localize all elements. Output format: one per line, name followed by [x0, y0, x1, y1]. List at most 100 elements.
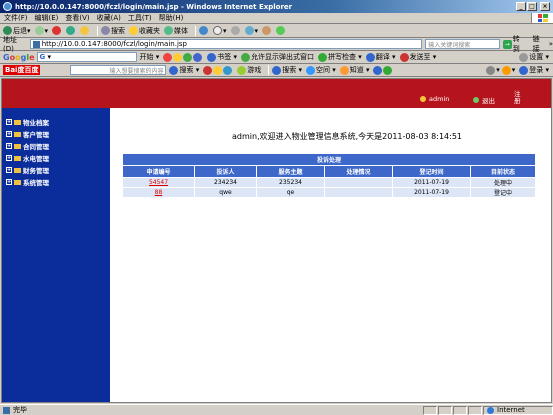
- media-icon: [164, 26, 174, 35]
- close-button[interactable]: ×: [540, 2, 550, 11]
- baidu-misc-buttons[interactable]: [203, 65, 233, 75]
- window-titlebar: http://10.0.0.147:8000/fczl/login/main.j…: [0, 0, 553, 13]
- column-header: 投诉人: [194, 165, 257, 178]
- discuss-button[interactable]: [262, 26, 272, 35]
- complaints-table: 投诉处理 申请编号 投诉人 服务主题 处理情况 登记时间 目前状态 54547 …: [122, 153, 536, 198]
- baidu-options-button[interactable]: ▾ ▾: [486, 65, 515, 75]
- google-popups-button[interactable]: 允许显示弹出式窗口: [241, 52, 314, 62]
- menu-help[interactable]: 帮助(H): [159, 13, 184, 23]
- search-icon: [101, 26, 111, 35]
- space-icon: [305, 65, 315, 75]
- standard-toolbar: 后退 ▾ ▾ 搜索 收藏夹 媒体 ▾ ▾: [0, 24, 553, 38]
- media-button[interactable]: 媒体: [164, 26, 188, 36]
- site-header: [2, 79, 551, 108]
- cell-date: 2011-07-19: [392, 187, 471, 198]
- keyword-search-input[interactable]: 输入关键词搜索: [425, 39, 500, 49]
- forward-button[interactable]: ▾: [34, 26, 48, 35]
- cell-date: 2011-07-19: [392, 177, 471, 188]
- sidebar-item-finance[interactable]: + 财务管理: [2, 164, 110, 176]
- page-done-icon: [3, 406, 10, 414]
- expand-icon: +: [6, 179, 12, 185]
- sidebar-item-customer[interactable]: + 客户管理: [2, 128, 110, 140]
- sidebar-item-property-archive[interactable]: + 物业档案: [2, 116, 110, 128]
- menu-view[interactable]: 查看(V): [65, 13, 89, 23]
- wrench-icon: [519, 52, 529, 62]
- edit-button[interactable]: ▾: [244, 26, 258, 35]
- folder-icon: [14, 131, 21, 137]
- google-search-input[interactable]: G ▾: [36, 52, 137, 62]
- menu-edit[interactable]: 编辑(E): [35, 13, 59, 23]
- google-sendto-button[interactable]: 发送至 ▾: [399, 52, 436, 62]
- refresh-button[interactable]: [66, 26, 76, 35]
- complaint-link[interactable]: 54547: [149, 179, 168, 186]
- home-button[interactable]: [80, 26, 90, 35]
- baidu-extra-icons[interactable]: [373, 65, 393, 75]
- column-header: 处理情况: [324, 165, 393, 178]
- google-icons[interactable]: [163, 52, 203, 62]
- back-button[interactable]: 后退 ▾: [3, 26, 31, 36]
- globe-icon: [487, 406, 494, 414]
- baidu-knowledge-button[interactable]: 知道 ▾: [339, 65, 369, 75]
- stop-button[interactable]: [52, 26, 62, 35]
- register-link[interactable]: 注册: [514, 91, 522, 105]
- column-header: 服务主题: [256, 165, 325, 178]
- menu-file[interactable]: 文件(F): [4, 13, 28, 23]
- logout-link[interactable]: 退出: [473, 95, 495, 105]
- send-icon: [399, 52, 409, 62]
- folder-icon: [14, 167, 21, 173]
- history-button[interactable]: [199, 26, 209, 35]
- google-translate-button[interactable]: 翻译 ▾: [365, 52, 396, 62]
- address-input[interactable]: http://10.0.0.147:8000/fczl/login/main.j…: [29, 39, 423, 49]
- folder-icon: [14, 119, 21, 125]
- print-button[interactable]: [230, 26, 241, 35]
- messenger-button[interactable]: [276, 26, 286, 35]
- google-spellcheck-button[interactable]: 拼写检查 ▾: [318, 52, 362, 62]
- menu-tools[interactable]: 工具(T): [128, 13, 152, 23]
- complaint-link[interactable]: 88: [155, 189, 163, 196]
- forward-arrow-icon: [34, 26, 44, 35]
- minimize-button[interactable]: _: [516, 2, 526, 11]
- google-maps-icon: [183, 52, 193, 62]
- search-button[interactable]: 搜索: [101, 26, 125, 36]
- folder-icon: [14, 143, 21, 149]
- google-start-button[interactable]: 开始 ▾: [140, 52, 160, 62]
- home-icon: [80, 26, 90, 35]
- mail-button[interactable]: ▾: [213, 26, 227, 35]
- cell-handling: [324, 177, 393, 188]
- sidebar-item-utilities[interactable]: + 水电管理: [2, 152, 110, 164]
- baidu-search-input[interactable]: 输入想要搜索的内容: [70, 65, 167, 75]
- favorites-button[interactable]: 收藏夹: [129, 26, 160, 36]
- games-icon: [237, 65, 247, 75]
- address-bar: 地址(D) http://10.0.0.147:8000/fczl/login/…: [0, 35, 553, 53]
- knowledge-icon: [339, 65, 349, 75]
- address-url: http://10.0.0.147:8000/fczl/login/main.j…: [41, 40, 187, 48]
- cell-id: 88: [122, 187, 195, 198]
- baidu-news-icon: [203, 65, 213, 75]
- baidu-toolbar: Bai度百度 输入想要搜索的内容 搜索 ▾ 游戏 搜索 ▾ 空间 ▾ 知道 ▾ …: [0, 64, 553, 77]
- menu-favorites[interactable]: 收藏(A): [97, 13, 121, 23]
- baidu-games-button[interactable]: 游戏: [237, 65, 261, 75]
- google-settings-button[interactable]: 设置 ▾: [519, 52, 549, 62]
- menu-bar: 文件(F) 编辑(E) 查看(V) 收藏(A) 工具(T) 帮助(H): [0, 13, 553, 24]
- baidu-login-button[interactable]: 登录 ▾: [519, 65, 549, 75]
- baidu-space-button[interactable]: 空间 ▾: [305, 65, 336, 75]
- maximize-button[interactable]: □: [527, 2, 537, 11]
- window-title: http://10.0.0.147:8000/fczl/login/main.j…: [15, 2, 293, 11]
- baidu-search2-button[interactable]: 搜索 ▾: [272, 65, 302, 75]
- baidu-logo[interactable]: Bai度百度: [3, 65, 41, 75]
- ie-icon: [3, 2, 12, 11]
- sidebar-item-system[interactable]: + 系统管理: [2, 176, 110, 188]
- table-row: 54547 234234 235234 2011-07-19 处理中: [122, 177, 536, 188]
- user-link[interactable]: admin: [420, 95, 449, 103]
- column-header: 申请编号: [122, 165, 195, 178]
- edit-icon: [244, 26, 254, 35]
- google-logo[interactable]: Google: [3, 53, 35, 62]
- google-bookmarks-button[interactable]: 书签 ▾: [207, 52, 237, 62]
- cell-subject: 235234: [256, 177, 325, 188]
- security-zone[interactable]: Internet: [483, 405, 553, 415]
- back-arrow-icon: [3, 26, 12, 35]
- options-icon: [486, 65, 496, 75]
- sidebar-item-contract[interactable]: + 合同管理: [2, 140, 110, 152]
- cell-subject: qe: [256, 187, 325, 198]
- baidu-search-button[interactable]: 搜索 ▾: [169, 65, 199, 75]
